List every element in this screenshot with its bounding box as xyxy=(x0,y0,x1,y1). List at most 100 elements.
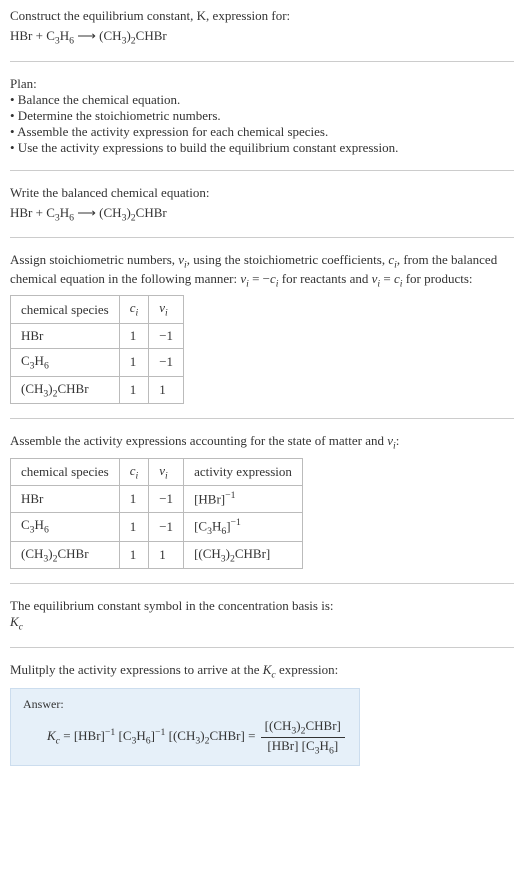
cell-expr: [(CH3)2CHBr] xyxy=(184,541,303,569)
text: = − xyxy=(249,271,270,286)
text: [(CH xyxy=(194,546,221,561)
text: HBr xyxy=(21,328,43,343)
symbol-i: i xyxy=(136,470,139,481)
text: −1 xyxy=(155,727,165,738)
symbol-i: i xyxy=(136,308,139,319)
text: CHBr] = xyxy=(209,728,258,743)
text: [HBr] xyxy=(194,492,225,507)
cell-species: (CH3)2CHBr xyxy=(11,376,120,404)
balanced-equation: HBr + C3H6 ⟶ (CH3)2CHBr xyxy=(10,205,514,224)
stoich-table: chemical species ci νi HBr 1 −1 C3H6 1 −… xyxy=(10,295,184,404)
cell-species: C3H6 xyxy=(11,348,120,376)
plan-item: • Determine the stoichiometric numbers. xyxy=(10,108,514,124)
conc-line: The equilibrium constant symbol in the c… xyxy=(10,598,514,614)
text: 6 xyxy=(44,525,49,536)
fraction: [(CH3)2CHBr][HBr] [C3H6] xyxy=(261,718,345,756)
cell-c: 1 xyxy=(119,486,149,512)
conc-symbol: Kc xyxy=(10,614,514,633)
table-row: (CH3)2CHBr 1 1 xyxy=(11,376,184,404)
table-header-row: chemical species ci νi xyxy=(11,296,184,324)
text: Assign stoichiometric numbers, xyxy=(10,252,178,267)
text: : xyxy=(396,433,400,448)
intro-text: Construct the equilibrium constant, K, e… xyxy=(10,8,514,24)
text: [(CH xyxy=(165,728,195,743)
text: H xyxy=(35,353,44,368)
col-c: ci xyxy=(119,296,149,324)
text: CHBr xyxy=(57,381,88,396)
text: (CH xyxy=(21,381,43,396)
divider xyxy=(10,237,514,238)
table-row: HBr 1 −1 [HBr]−1 xyxy=(11,486,303,512)
denominator: [HBr] [C3H6] xyxy=(261,738,345,757)
cell-c: 1 xyxy=(119,541,149,569)
text: (CH xyxy=(21,546,43,561)
col-species: chemical species xyxy=(11,296,120,324)
cell-species: C3H6 xyxy=(11,512,120,541)
eq-part: CHBr xyxy=(136,205,167,220)
text: −1 xyxy=(105,727,115,738)
eq-part: HBr + C xyxy=(10,28,55,43)
stoich-intro: Assign stoichiometric numbers, νi, using… xyxy=(10,252,514,289)
answer-label: Answer: xyxy=(23,697,347,712)
answer-box: Answer: Kc = [HBr]−1 [C3H6]−1 [(CH3)2CHB… xyxy=(10,688,360,765)
cell-expr: [C3H6]−1 xyxy=(184,512,303,541)
divider xyxy=(10,647,514,648)
text: [(CH xyxy=(265,718,292,733)
cell-nu: −1 xyxy=(149,486,184,512)
text: expression: xyxy=(276,662,338,677)
text: Assemble the activity expressions accoun… xyxy=(10,433,387,448)
plan-item: • Assemble the activity expression for e… xyxy=(10,124,514,140)
text: Mulitply the activity expressions to arr… xyxy=(10,662,263,677)
text: H xyxy=(136,728,145,743)
intro-equation: HBr + C3H6 ⟶ (CH3)2CHBr xyxy=(10,28,514,47)
numerator: [(CH3)2CHBr] xyxy=(261,718,345,738)
eq-arrow: ⟶ xyxy=(74,205,99,220)
text: H xyxy=(212,518,221,533)
text: C xyxy=(21,353,30,368)
table-row: C3H6 1 −1 [C3H6]−1 xyxy=(11,512,303,541)
cell-expr: [HBr]−1 xyxy=(184,486,303,512)
cell-nu: −1 xyxy=(149,348,184,376)
balanced-heading: Write the balanced chemical equation: xyxy=(10,185,514,201)
table-row: C3H6 1 −1 xyxy=(11,348,184,376)
eq-part: H xyxy=(60,205,69,220)
text: , using the stoichiometric coefficients, xyxy=(187,252,389,267)
cell-species: HBr xyxy=(11,486,120,512)
plan-heading: Plan: xyxy=(10,76,514,92)
text: [C xyxy=(194,518,207,533)
text: [HBr] [C xyxy=(267,738,314,753)
col-nu: νi xyxy=(149,458,184,486)
text: −1 xyxy=(225,490,235,501)
col-nu: νi xyxy=(149,296,184,324)
eq-part: HBr + C xyxy=(10,205,55,220)
intro-line1: Construct the equilibrium constant, K, e… xyxy=(10,8,290,23)
text: CHBr] xyxy=(305,718,340,733)
text: for products: xyxy=(402,271,472,286)
text: HBr xyxy=(21,491,43,506)
text: for reactants and xyxy=(279,271,372,286)
table-row: HBr 1 −1 xyxy=(11,323,184,348)
text: 6 xyxy=(44,361,49,372)
text: ] xyxy=(334,738,338,753)
activity-heading: Assemble the activity expressions accoun… xyxy=(10,433,514,452)
divider xyxy=(10,418,514,419)
symbol-i: i xyxy=(165,470,168,481)
text: C xyxy=(21,517,30,532)
eq-part: (CH xyxy=(99,28,121,43)
symbol-K: K xyxy=(47,728,56,743)
symbol-i: i xyxy=(165,308,168,319)
symbol-c: c xyxy=(19,622,23,633)
answer-equation: Kc = [HBr]−1 [C3H6]−1 [(CH3)2CHBr] = [(C… xyxy=(47,718,347,756)
table-header-row: chemical species ci νi activity expressi… xyxy=(11,458,303,486)
eq-part: CHBr xyxy=(136,28,167,43)
cell-nu: −1 xyxy=(149,323,184,348)
divider xyxy=(10,583,514,584)
col-c: ci xyxy=(119,458,149,486)
activity-table: chemical species ci νi activity expressi… xyxy=(10,458,303,569)
text: = [HBr] xyxy=(60,728,105,743)
text: H xyxy=(35,517,44,532)
cell-nu: −1 xyxy=(149,512,184,541)
cell-nu: 1 xyxy=(149,541,184,569)
col-species: chemical species xyxy=(11,458,120,486)
eq-arrow: ⟶ xyxy=(74,28,99,43)
